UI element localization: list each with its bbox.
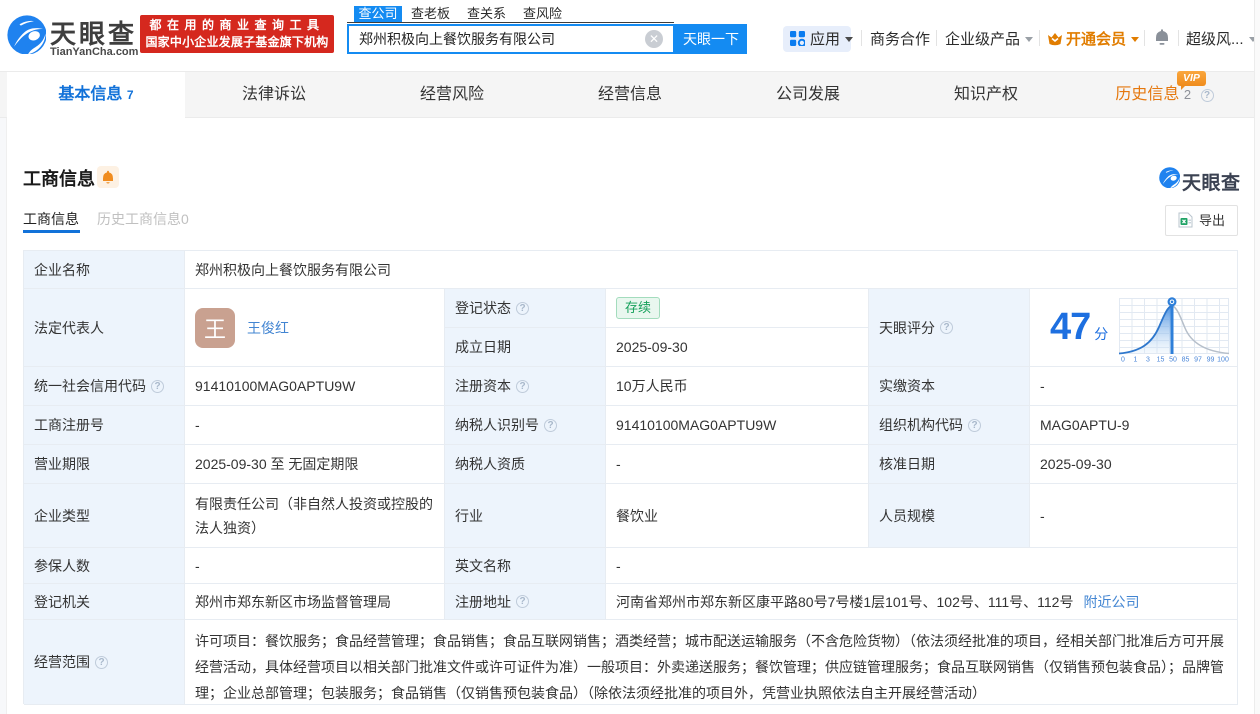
svg-text:97: 97 <box>1194 357 1202 363</box>
svg-text:0: 0 <box>1121 357 1125 363</box>
svg-text:15: 15 <box>1157 357 1165 363</box>
svg-text:3: 3 <box>1146 357 1150 363</box>
svg-text:99: 99 <box>1207 357 1215 363</box>
svg-text:100: 100 <box>1217 357 1229 363</box>
svg-text:85: 85 <box>1182 357 1190 363</box>
svg-text:50: 50 <box>1169 357 1177 363</box>
svg-text:1: 1 <box>1134 357 1138 363</box>
